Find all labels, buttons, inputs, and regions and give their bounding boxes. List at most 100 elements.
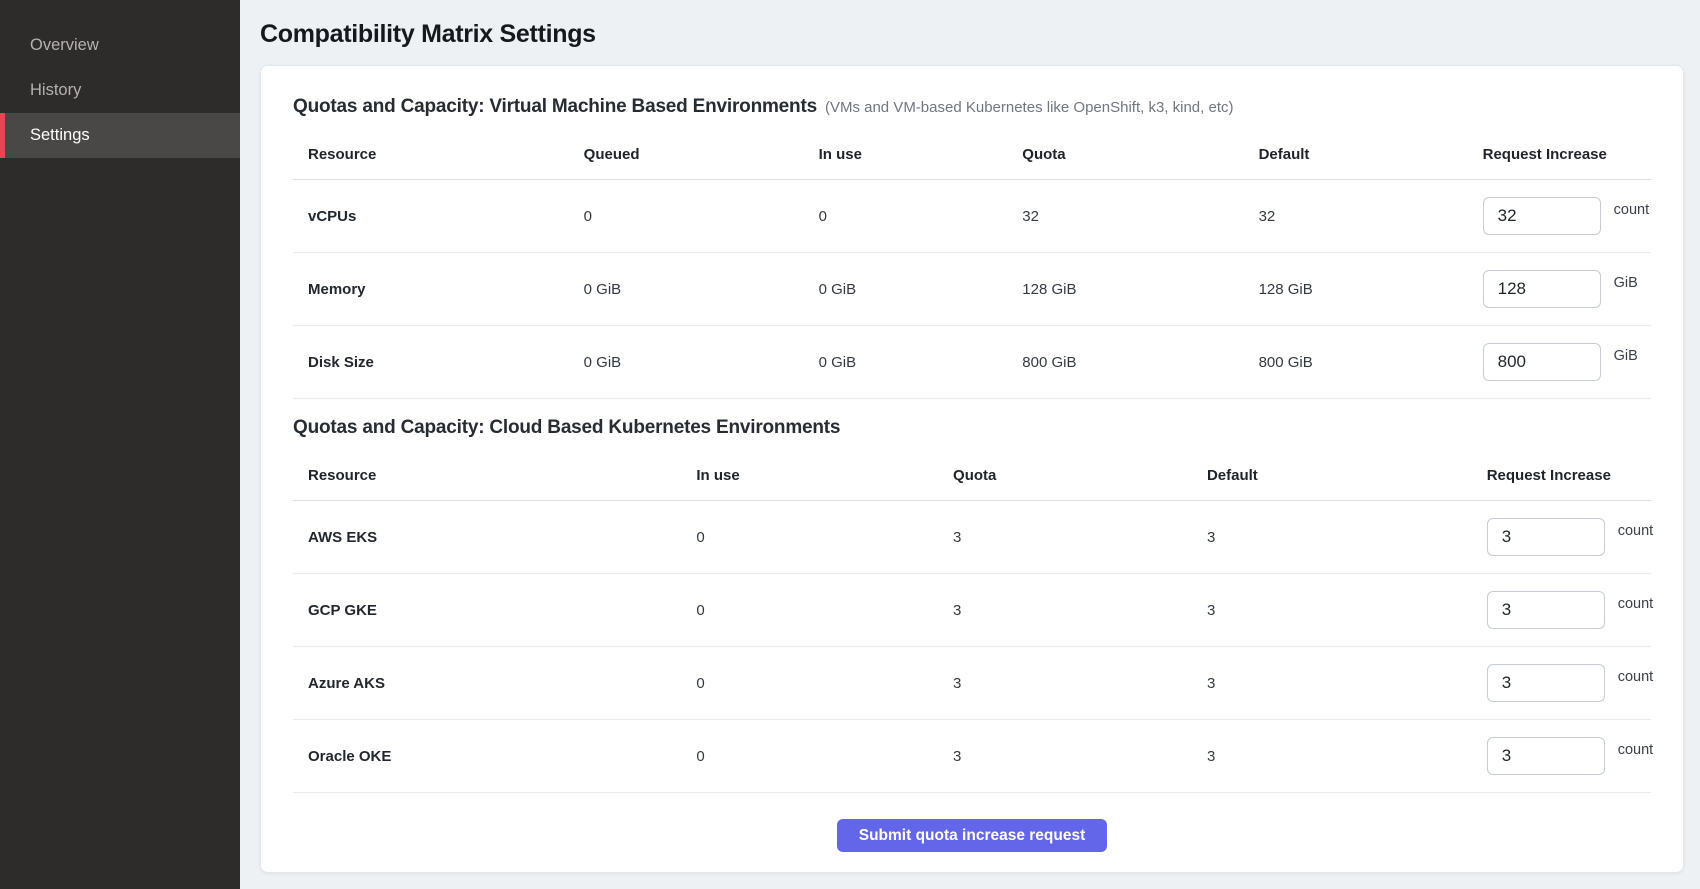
settings-card: Quotas and Capacity: Virtual Machine Bas… — [260, 65, 1684, 873]
unit-label: count — [1618, 523, 1653, 539]
request-increase-field: count — [1483, 197, 1651, 235]
request-increase-field: count — [1487, 737, 1651, 775]
value-cell: 0 — [569, 180, 804, 253]
value-cell: 32 — [1007, 180, 1243, 253]
page-title: Compatibility Matrix Settings — [260, 20, 1684, 49]
section-subtitle: (VMs and VM-based Kubernetes like OpenSh… — [825, 99, 1234, 116]
unit-label: GiB — [1614, 348, 1638, 364]
quota-table: ResourceIn useQuotaDefaultRequest Increa… — [293, 449, 1651, 793]
request-increase-cell: GiB — [1468, 326, 1651, 399]
quota-sections: Quotas and Capacity: Virtual Machine Bas… — [293, 96, 1651, 793]
column-header: In use — [804, 128, 1008, 180]
request-increase-field: count — [1487, 518, 1651, 556]
request-increase-field: count — [1487, 591, 1651, 629]
unit-label: count — [1614, 202, 1649, 218]
quota-section: Quotas and Capacity: Cloud Based Kuberne… — [293, 417, 1651, 793]
quota-table: ResourceQueuedIn useQuotaDefaultRequest … — [293, 128, 1651, 399]
column-header: In use — [681, 449, 938, 501]
sidebar-item-overview[interactable]: Overview — [0, 23, 240, 68]
value-cell: 3 — [1192, 501, 1472, 574]
request-increase-input[interactable] — [1483, 343, 1601, 381]
submit-row: Submit quota increase request — [293, 793, 1651, 852]
section-title: Quotas and Capacity: Virtual Machine Bas… — [293, 96, 1651, 118]
request-increase-field: GiB — [1483, 270, 1651, 308]
column-header: Default — [1192, 449, 1472, 501]
request-increase-cell: count — [1472, 720, 1651, 793]
value-cell: 0 GiB — [804, 253, 1008, 326]
request-increase-input[interactable] — [1483, 270, 1601, 308]
table-header-row: ResourceIn useQuotaDefaultRequest Increa… — [293, 449, 1651, 501]
request-increase-cell: count — [1472, 574, 1651, 647]
unit-label: count — [1618, 596, 1653, 612]
value-cell: 0 — [681, 501, 938, 574]
column-header: Quota — [938, 449, 1192, 501]
resource-name: vCPUs — [293, 180, 569, 253]
section-title-text: Quotas and Capacity: Cloud Based Kuberne… — [293, 417, 840, 438]
value-cell: 0 GiB — [569, 253, 804, 326]
value-cell: 800 GiB — [1007, 326, 1243, 399]
request-increase-input[interactable] — [1487, 664, 1605, 702]
unit-label: count — [1618, 669, 1653, 685]
sidebar-item-settings[interactable]: Settings — [0, 113, 240, 158]
request-increase-cell: count — [1468, 180, 1651, 253]
value-cell: 3 — [1192, 720, 1472, 793]
value-cell: 32 — [1244, 180, 1468, 253]
request-increase-field: count — [1487, 664, 1651, 702]
section-title-text: Quotas and Capacity: Virtual Machine Bas… — [293, 96, 817, 117]
table-row: GCP GKE033count — [293, 574, 1651, 647]
section-spacer — [293, 399, 1651, 415]
sidebar-item-label: Settings — [30, 126, 90, 145]
request-increase-field: GiB — [1483, 343, 1651, 381]
quota-section: Quotas and Capacity: Virtual Machine Bas… — [293, 96, 1651, 415]
value-cell: 3 — [938, 501, 1192, 574]
sidebar-item-label: Overview — [30, 36, 99, 55]
table-header-row: ResourceQueuedIn useQuotaDefaultRequest … — [293, 128, 1651, 180]
request-increase-input[interactable] — [1487, 518, 1605, 556]
request-increase-input[interactable] — [1483, 197, 1601, 235]
resource-name: Disk Size — [293, 326, 569, 399]
value-cell: 0 GiB — [569, 326, 804, 399]
app-root: Overview History Settings Compatibility … — [0, 0, 1700, 889]
unit-label: count — [1618, 742, 1653, 758]
request-increase-input[interactable] — [1487, 737, 1605, 775]
request-increase-cell: GiB — [1468, 253, 1651, 326]
column-header: Resource — [293, 449, 681, 501]
table-row: Memory0 GiB0 GiB128 GiB128 GiBGiB — [293, 253, 1651, 326]
request-increase-cell: count — [1472, 501, 1651, 574]
resource-name: GCP GKE — [293, 574, 681, 647]
resource-name: Oracle OKE — [293, 720, 681, 793]
sidebar-item-history[interactable]: History — [0, 68, 240, 113]
value-cell: 3 — [938, 574, 1192, 647]
column-header: Quota — [1007, 128, 1243, 180]
value-cell: 128 GiB — [1244, 253, 1468, 326]
unit-label: GiB — [1614, 275, 1638, 291]
table-row: Oracle OKE033count — [293, 720, 1651, 793]
value-cell: 3 — [938, 720, 1192, 793]
request-increase-input[interactable] — [1487, 591, 1605, 629]
request-increase-cell: count — [1472, 647, 1651, 720]
submit-quota-increase-button[interactable]: Submit quota increase request — [837, 819, 1108, 852]
value-cell: 128 GiB — [1007, 253, 1243, 326]
value-cell: 0 GiB — [804, 326, 1008, 399]
sidebar-item-label: History — [30, 81, 81, 100]
table-row: AWS EKS033count — [293, 501, 1651, 574]
value-cell: 3 — [1192, 647, 1472, 720]
column-header: Queued — [569, 128, 804, 180]
active-indicator — [0, 113, 5, 158]
column-header: Request Increase — [1468, 128, 1651, 180]
resource-name: Memory — [293, 253, 569, 326]
resource-name: AWS EKS — [293, 501, 681, 574]
value-cell: 0 — [681, 720, 938, 793]
value-cell: 0 — [804, 180, 1008, 253]
value-cell: 800 GiB — [1244, 326, 1468, 399]
resource-name: Azure AKS — [293, 647, 681, 720]
value-cell: 0 — [681, 574, 938, 647]
table-row: Disk Size0 GiB0 GiB800 GiB800 GiBGiB — [293, 326, 1651, 399]
sidebar: Overview History Settings — [0, 0, 240, 889]
section-title: Quotas and Capacity: Cloud Based Kuberne… — [293, 417, 1651, 439]
value-cell: 3 — [938, 647, 1192, 720]
column-header: Request Increase — [1472, 449, 1651, 501]
main-content: Compatibility Matrix Settings Quotas and… — [240, 0, 1700, 889]
value-cell: 3 — [1192, 574, 1472, 647]
value-cell: 0 — [681, 647, 938, 720]
